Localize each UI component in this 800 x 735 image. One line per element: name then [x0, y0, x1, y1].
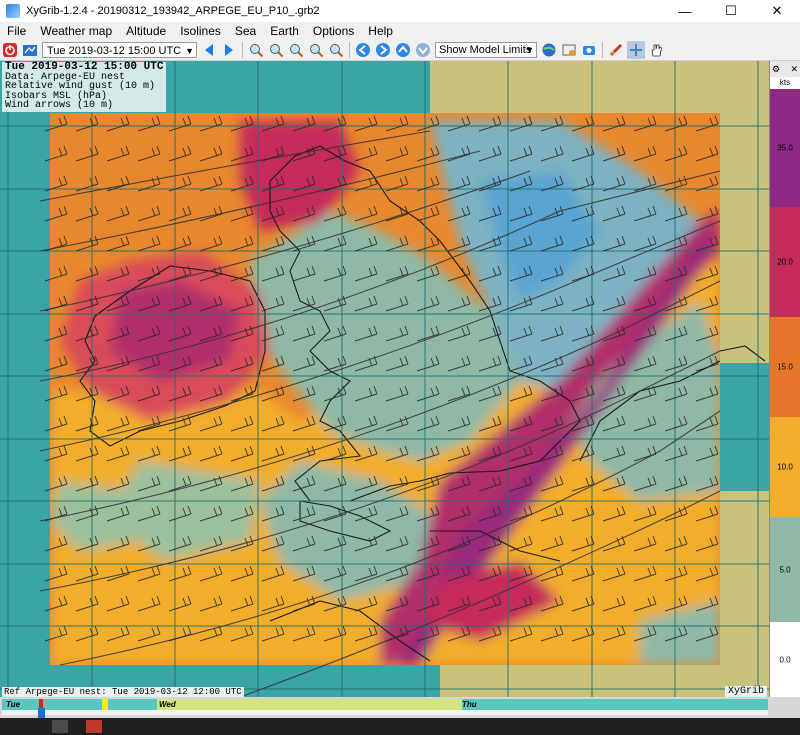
- pan-up-icon[interactable]: [394, 41, 412, 59]
- chevron-down-icon: ▼: [525, 45, 534, 55]
- menu-earth[interactable]: Earth: [263, 22, 306, 40]
- legend-label: 35.0: [777, 143, 793, 153]
- quit-icon[interactable]: [1, 41, 19, 59]
- timeline-slider[interactable]: [2, 710, 768, 715]
- zoom-fit-icon[interactable]: [307, 41, 325, 59]
- timeline-day-label: Thu: [462, 700, 477, 709]
- open-file-icon[interactable]: [21, 41, 39, 59]
- chevron-down-icon: ▼: [185, 46, 194, 56]
- rocket-icon[interactable]: [607, 41, 625, 59]
- zoom-selection-icon[interactable]: [287, 41, 305, 59]
- menu-options[interactable]: Options: [306, 22, 361, 40]
- menu-altitude[interactable]: Altitude: [119, 22, 173, 40]
- weather-map-graphic: [0, 61, 769, 697]
- brand-label: XyGrib: [724, 686, 767, 697]
- menu-help[interactable]: Help: [361, 22, 400, 40]
- legend-band-5: 5.0: [770, 517, 800, 622]
- reference-time-label: Ref Arpege-EU nest: Tue 2019-03-12 12:00…: [2, 687, 244, 697]
- zoom-out-icon[interactable]: [267, 41, 285, 59]
- camera-icon[interactable]: [580, 41, 598, 59]
- crosshair-icon[interactable]: [627, 41, 645, 59]
- map-info-box: Tue 2019-03-12 15:00 UTC Data: Arpege-EU…: [2, 62, 167, 112]
- model-limits-select[interactable]: Show Model Limits ▼: [435, 42, 537, 58]
- model-limits-value: Show Model Limits: [439, 44, 532, 56]
- maximize-button[interactable]: ☐: [708, 0, 754, 22]
- pan-down-icon[interactable]: [414, 41, 432, 59]
- legend-label: 10.0: [777, 462, 793, 472]
- minimize-button[interactable]: —: [662, 0, 708, 22]
- legend-label: 5.0: [779, 565, 791, 574]
- legend-band-10: 10.0: [770, 417, 800, 517]
- globe-icon[interactable]: [540, 41, 558, 59]
- taskbar-app-icon[interactable]: [52, 720, 68, 733]
- timeline-day-label: Tue: [6, 700, 21, 709]
- menu-file[interactable]: File: [0, 22, 33, 40]
- timeline-now-marker: [102, 699, 108, 710]
- legend-label: 15.0: [777, 362, 793, 372]
- window-title: XyGrib-1.2.4 - 20190312_193942_ARPEGE_EU…: [26, 5, 320, 17]
- os-taskbar: [0, 718, 800, 735]
- toolbar: Tue 2019-03-12 15:00 UTC ▼ Show Model Li…: [0, 40, 800, 61]
- legend-band-15: 15.0: [770, 317, 800, 417]
- pan-left-icon[interactable]: [354, 41, 372, 59]
- info-layer-arrows: Wind arrows (10 m): [5, 100, 114, 112]
- color-legend: ⚙ ✕ kts 35.0 20.0 15.0 10.0 5.0 0.0: [769, 61, 800, 697]
- timeline-day-label: Wed: [159, 700, 176, 709]
- legend-settings-icon[interactable]: ⚙: [772, 64, 780, 75]
- settings-icon[interactable]: [560, 41, 578, 59]
- timeline-slider-handle[interactable]: [38, 708, 45, 718]
- legend-header: ⚙ ✕: [770, 61, 800, 77]
- hand-icon[interactable]: [647, 41, 665, 59]
- next-arrow-icon[interactable]: [220, 41, 238, 59]
- legend-close-icon[interactable]: ✕: [790, 64, 798, 75]
- toolbar-separator: [602, 42, 603, 58]
- toolbar-separator: [242, 42, 243, 58]
- legend-label: 20.0: [777, 257, 793, 267]
- menu-isolines[interactable]: Isolines: [173, 22, 228, 40]
- app-icon: [6, 4, 20, 18]
- timeline-day-segment: [157, 699, 462, 710]
- legend-label: 0.0: [779, 655, 791, 664]
- menu-weather-map[interactable]: Weather map: [33, 22, 119, 40]
- zoom-in-icon[interactable]: [247, 41, 265, 59]
- legend-band-20: 20.0: [770, 207, 800, 317]
- legend-band-0: 0.0: [770, 622, 800, 697]
- forecast-date-value: Tue 2019-03-12 15:00 UTC: [47, 45, 182, 57]
- taskbar-app-icon[interactable]: [86, 720, 102, 733]
- weather-map-canvas[interactable]: Tue 2019-03-12 15:00 UTC Data: Arpege-EU…: [0, 61, 769, 697]
- prev-arrow-icon[interactable]: [200, 41, 218, 59]
- legend-band-35: 35.0: [770, 89, 800, 207]
- title-bar: XyGrib-1.2.4 - 20190312_193942_ARPEGE_EU…: [0, 0, 800, 23]
- close-button[interactable]: ✕: [754, 0, 800, 22]
- pan-right-icon[interactable]: [374, 41, 392, 59]
- toolbar-separator: [349, 42, 350, 58]
- timeline-track[interactable]: Tue Wed Thu: [2, 699, 768, 710]
- legend-unit: kts: [770, 77, 800, 89]
- zoom-all-icon[interactable]: [327, 41, 345, 59]
- forecast-date-select[interactable]: Tue 2019-03-12 15:00 UTC ▼: [42, 42, 197, 58]
- forecast-timeline: Tue Wed Thu: [0, 697, 800, 718]
- menu-sea[interactable]: Sea: [228, 22, 263, 40]
- menu-bar: File Weather map Altitude Isolines Sea E…: [0, 22, 800, 40]
